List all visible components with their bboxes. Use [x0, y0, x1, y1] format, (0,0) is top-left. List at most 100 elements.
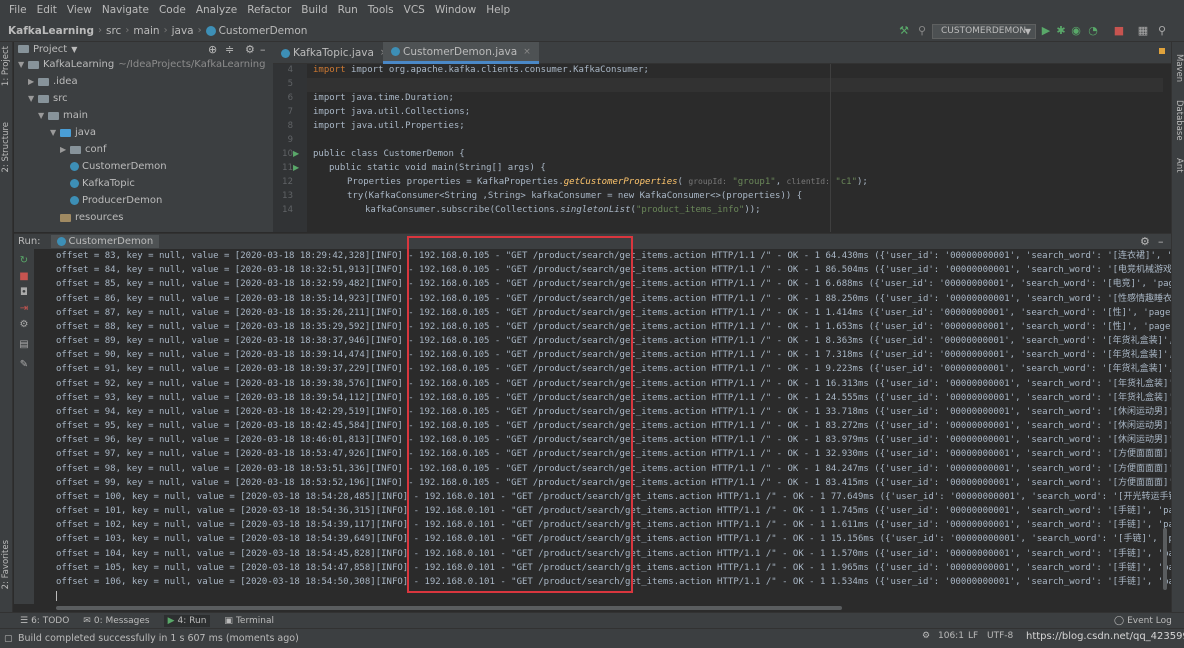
vertical-scrollbar[interactable] — [1163, 528, 1167, 590]
tree-item-kafkalearning[interactable]: ▼ KafkaLearning ~/IdeaProjects/KafkaLear… — [14, 56, 273, 73]
breadcrumb-class[interactable]: CustomerDemon — [219, 25, 308, 37]
menu-build[interactable]: Build — [296, 4, 332, 16]
breadcrumb-java[interactable]: java — [172, 25, 194, 37]
run-configuration-select[interactable]: CUSTOMERDEMON ▼ — [932, 24, 1036, 39]
menu-vcs[interactable]: VCS — [399, 4, 430, 16]
right-margin-guide — [830, 64, 831, 232]
line-number: 4 — [287, 65, 293, 75]
tree-item-label: .idea — [53, 76, 78, 87]
database-tool-button[interactable]: Database — [1174, 100, 1184, 141]
tree-item-kafkatopic[interactable]: KafkaTopic — [14, 175, 273, 192]
menu-code[interactable]: Code — [154, 4, 191, 16]
ant-tool-button[interactable]: Ant — [1174, 158, 1184, 173]
code-string: "c1" — [835, 177, 858, 187]
layout-icon[interactable]: ▤ — [18, 339, 30, 351]
code-punct: ); — [857, 177, 868, 187]
hide-panel-icon[interactable]: – — [260, 43, 266, 56]
menu-navigate[interactable]: Navigate — [97, 4, 154, 16]
close-icon[interactable]: × — [523, 47, 531, 57]
resources-folder-icon — [60, 213, 71, 222]
tab-kafkatopic[interactable]: KafkaTopic.java × — [273, 42, 395, 64]
run-icon[interactable]: ▶ — [1040, 25, 1052, 37]
project-structure-icon[interactable]: ▦ — [1137, 25, 1149, 37]
menu-edit[interactable]: Edit — [32, 4, 62, 16]
profile-icon[interactable]: ◔ — [1087, 25, 1099, 37]
breadcrumb-src[interactable]: src — [106, 25, 121, 37]
menu-refactor[interactable]: Refactor — [242, 4, 296, 16]
search-icon[interactable]: ⚲ — [916, 25, 928, 37]
log-response: - OK - 1 1.611ms ({'user_id': '000000000… — [782, 520, 1171, 531]
log-response: - OK - 1 64.430ms ({'user_id': '00000000… — [776, 251, 1171, 261]
memory-icon[interactable]: ⚙ — [922, 631, 930, 641]
tree-item-main[interactable]: ▼ main — [14, 107, 273, 124]
stop-icon[interactable]: ■ — [1113, 25, 1125, 37]
tree-item-resources[interactable]: resources — [14, 209, 273, 226]
terminal-tool-button[interactable]: ▣ Terminal — [224, 616, 274, 626]
tree-item-label: main — [63, 110, 88, 121]
horizontal-scrollbar[interactable] — [56, 606, 842, 610]
line-separator[interactable]: LF — [968, 631, 978, 641]
menu-view[interactable]: View — [62, 4, 97, 16]
run-tool-button[interactable]: ▶ 4: Run — [163, 614, 211, 627]
breadcrumb-separator-icon: › — [197, 25, 202, 36]
rerun-icon[interactable]: ↻ — [18, 255, 30, 267]
gear-icon[interactable]: ⚙ — [1140, 235, 1150, 248]
hide-panel-icon[interactable]: – — [1158, 235, 1164, 248]
structure-tool-button[interactable]: 2: Structure — [1, 122, 11, 173]
todo-tool-button[interactable]: ☰ 6: TODO — [20, 616, 69, 626]
source-folder-icon — [60, 128, 71, 137]
menu-run[interactable]: Run — [333, 4, 363, 16]
log-response: - OK - 1 84.247ms ({'user_id': '00000000… — [776, 463, 1171, 474]
tool-label: 4: Run — [177, 615, 207, 626]
run-gutter-icon[interactable]: ▶ — [293, 149, 299, 158]
project-tool-button[interactable]: 1: Project — [1, 46, 11, 86]
favorites-tool-button[interactable]: 2: Favorites — [1, 540, 11, 589]
menu-help[interactable]: Help — [481, 4, 515, 16]
project-panel-title[interactable]: Project — [33, 44, 67, 55]
menu-tools[interactable]: Tools — [363, 4, 399, 16]
maven-tool-button[interactable]: Maven — [1174, 54, 1184, 82]
log-response: - OK - 1 88.250ms ({'user_id': '00000000… — [776, 293, 1171, 304]
locate-icon[interactable]: ⊕ — [208, 43, 217, 56]
status-icon[interactable]: ▢ — [4, 634, 13, 644]
menu-analyze[interactable]: Analyze — [191, 4, 242, 16]
menu-window[interactable]: Window — [430, 4, 481, 16]
breadcrumb-project[interactable]: KafkaLearning — [8, 25, 94, 37]
tree-item-customerdemon[interactable]: CustomerDemon — [14, 158, 273, 175]
cursor-position[interactable]: 106:1 — [938, 631, 964, 641]
status-message[interactable]: Build completed successfully in 1 s 607 … — [18, 633, 299, 644]
stop-icon[interactable]: ■ — [18, 271, 30, 283]
run-tab-customerdemon[interactable]: CustomerDemon — [50, 235, 160, 248]
folder-icon — [38, 94, 49, 103]
code-editor[interactable]: import import org.apache.kafka.clients.c… — [307, 64, 1163, 232]
tree-item-idea[interactable]: ▶ .idea — [14, 73, 273, 90]
run-gutter-icon[interactable]: ▶ — [293, 163, 299, 172]
search-everywhere-icon[interactable]: ⚲ — [1156, 25, 1168, 37]
file-encoding[interactable]: UTF-8 — [987, 631, 1013, 641]
exit-icon[interactable]: ⇥ — [18, 303, 30, 315]
menu-file[interactable]: File — [4, 4, 32, 16]
tree-item-producerdemon[interactable]: ProducerDemon — [14, 192, 273, 209]
tree-item-conf[interactable]: ▶ conf — [14, 141, 273, 158]
messages-tool-button[interactable]: ✉ 0: Messages — [83, 616, 149, 626]
tree-item-java[interactable]: ▼ java — [14, 124, 273, 141]
gear-icon[interactable]: ⚙ — [245, 43, 255, 56]
camera-icon[interactable]: ◘ — [18, 287, 30, 299]
code-string: "product_items_info" — [635, 205, 745, 215]
debug-icon[interactable]: ✱ — [1055, 25, 1067, 37]
build-hammer-icon[interactable]: ⚒ — [898, 25, 910, 37]
bottom-tool-bar: ☰ 6: TODO ✉ 0: Messages ▶ 4: Run ▣ Terminal … — [0, 612, 1184, 628]
breadcrumb-main[interactable]: main — [133, 25, 159, 37]
coverage-icon[interactable]: ◉ — [1070, 25, 1082, 37]
pin-icon[interactable]: ✎ — [18, 359, 30, 371]
tree-item-label: java — [75, 127, 96, 138]
settings-icon[interactable]: ⚙ — [18, 319, 30, 331]
code-line: try(KafkaConsumer<String ,String> kafkaC… — [347, 191, 803, 201]
tree-item-src[interactable]: ▼ src — [14, 90, 273, 107]
event-log-button[interactable]: ◯ Event Log — [1114, 616, 1172, 626]
expand-arrow-icon: ▼ — [50, 128, 57, 137]
collapse-all-icon[interactable]: ≑ — [225, 43, 234, 56]
project-path: ~/IdeaProjects/KafkaLearning — [118, 59, 266, 70]
tab-customerdemon[interactable]: CustomerDemon.java × — [383, 42, 539, 64]
tool-label: 0: Messages — [93, 615, 150, 626]
